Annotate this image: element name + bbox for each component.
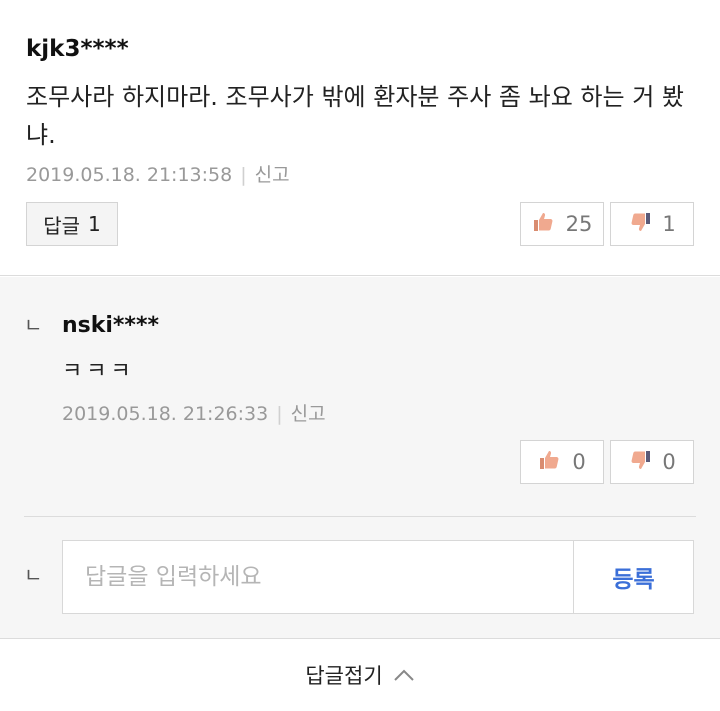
thumbs-up-icon: [538, 448, 562, 477]
reply-username[interactable]: nski****: [62, 313, 159, 338]
like-count: 0: [572, 450, 586, 474]
reply-input[interactable]: [63, 541, 573, 613]
comment-dislike-button[interactable]: 1: [610, 202, 694, 246]
thumbs-up-icon: [532, 210, 556, 239]
meta-separator: |: [240, 164, 247, 186]
reply-timestamp: 2019.05.18. 21:26:33: [62, 403, 269, 425]
comment-text: 조무사라 하지마라. 조무사가 밖에 환자분 주사 좀 놔요 하는 거 봤냐.: [26, 83, 684, 149]
reply-meta: 2019.05.18. 21:26:33 | 신고: [62, 399, 326, 426]
comment-report-link[interactable]: 신고: [255, 164, 290, 186]
comment-timestamp: 2019.05.18. 21:13:58: [26, 164, 233, 186]
chevron-up-icon: [393, 663, 415, 687]
reply-marker: ㄴ: [24, 313, 43, 337]
reply-button-label: 답글: [43, 213, 81, 238]
collapse-replies-button[interactable]: 답글접기: [0, 638, 720, 711]
meta-separator: |: [276, 403, 283, 425]
dislike-count: 1: [662, 212, 676, 236]
reply-input-box: 등록: [62, 540, 694, 614]
comment-like-button[interactable]: 25: [520, 202, 604, 246]
dislike-count: 0: [662, 450, 676, 474]
comment: kjk3**** 조무사라 하지마라. 조무사가 밖에 환자분 주사 좀 놔요 …: [0, 0, 720, 276]
thumbs-down-icon: [628, 210, 652, 239]
reply-dislike-button[interactable]: 0: [610, 440, 694, 484]
reply-text: ㅋㅋㅋ: [62, 359, 135, 384]
reply-report-link[interactable]: 신고: [291, 403, 326, 425]
reply-section: ㄴ nski**** ㅋㅋㅋ 2019.05.18. 21:26:33 | 신고 0…: [0, 277, 720, 638]
comment-username[interactable]: kjk3****: [26, 36, 129, 62]
reply-like-button[interactable]: 0: [520, 440, 604, 484]
reply-divider: [24, 516, 696, 517]
submit-reply-button[interactable]: 등록: [573, 541, 693, 613]
reply-toggle-button[interactable]: 답글 1: [26, 202, 118, 246]
like-count: 25: [565, 212, 593, 236]
collapse-label: 답글접기: [305, 664, 383, 688]
input-marker: ㄴ: [24, 563, 43, 587]
reply-count: 1: [88, 212, 101, 236]
comment-meta: 2019.05.18. 21:13:58 | 신고: [26, 160, 290, 187]
thumbs-down-icon: [628, 448, 652, 477]
